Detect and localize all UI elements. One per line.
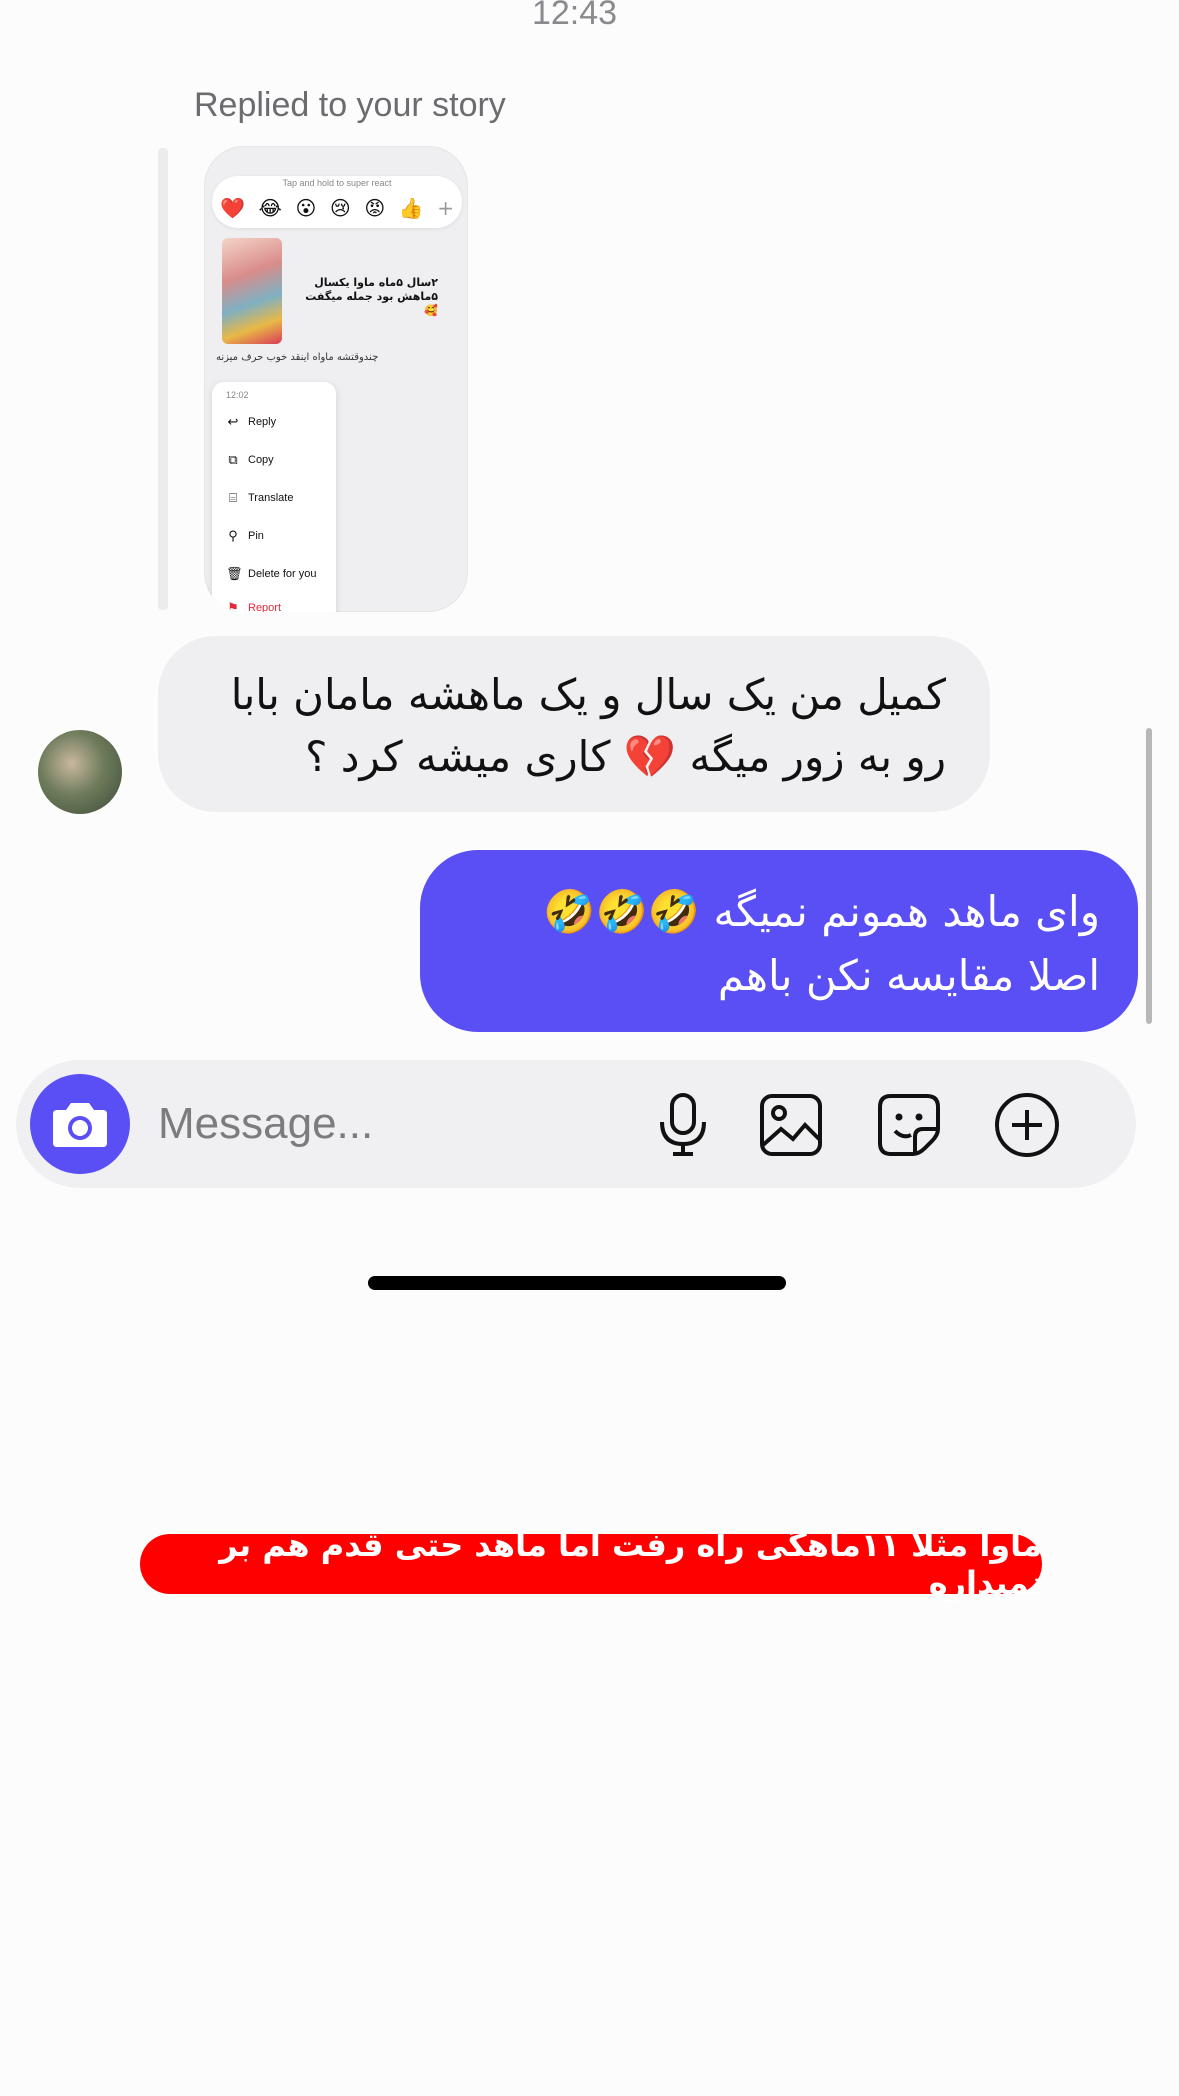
- copy-icon: ⧉: [228, 452, 238, 467]
- gallery-button[interactable]: [756, 1090, 826, 1160]
- sticker-button[interactable]: [874, 1090, 944, 1160]
- sender-avatar[interactable]: [38, 730, 122, 814]
- menu-item-reply: ↩ Reply: [226, 412, 277, 432]
- plus-circle-icon: [995, 1093, 1059, 1157]
- menu-item-translate: ⌸ Translate: [226, 488, 293, 508]
- camera-icon: [53, 1103, 107, 1147]
- story-caption: ۲سال ۵ماه ماوا یکسال ۵ماهش بود جمله میگف…: [288, 276, 438, 318]
- outgoing-message-line-1: وای ماهد همونم نمیگه 🤣🤣🤣: [543, 887, 1100, 936]
- menu-item-delete: 🗑 Delete for you: [226, 564, 316, 584]
- message-input[interactable]: [156, 1090, 640, 1158]
- reaction-sad: 😢: [329, 196, 351, 220]
- reaction-angry: 😡: [364, 196, 386, 220]
- menu-item-label: Copy: [248, 454, 274, 466]
- reply-quote-bar: [158, 148, 168, 610]
- incoming-message-bubble[interactable]: کمیل من یک سال و یک ماهشه مامان بابا رو …: [158, 636, 990, 812]
- more-button[interactable]: [992, 1090, 1062, 1160]
- translate-icon: ⌸: [229, 490, 237, 505]
- replied-to-story-label: Replied to your story: [194, 86, 506, 124]
- reply-icon: ↩: [227, 414, 239, 429]
- camera-button[interactable]: [30, 1074, 130, 1174]
- story-caption-line-2: ۵ماهش بود جمله میگفت 🥰: [305, 290, 438, 317]
- microphone-icon: [660, 1093, 706, 1156]
- reaction-wow: 😮: [295, 196, 317, 220]
- story-preview-card[interactable]: Tap and hold to super react ❤️ 😂 😮 😢 😡 👍…: [204, 146, 468, 612]
- incoming-message-line-1: کمیل من یک سال و یک ماهشه مامان بابا: [230, 670, 946, 719]
- reaction-heart: ❤️: [220, 196, 245, 220]
- outgoing-message-line-2: اصلا مقایسه نکن باهم: [717, 951, 1100, 1000]
- menu-item-pin: ⚲ Pin: [226, 526, 264, 546]
- status-time: 12:43: [531, 0, 618, 32]
- microphone-button[interactable]: [648, 1090, 718, 1160]
- story-caption-line-1: ۲سال ۵ماه ماوا یکسال: [314, 276, 438, 289]
- menu-time: 12:02: [226, 390, 249, 400]
- report-icon: ⚑: [227, 600, 239, 612]
- gallery-icon: [760, 1094, 822, 1156]
- message-composer: [16, 1060, 1136, 1188]
- react-hint: Tap and hold to super react: [282, 178, 392, 188]
- home-indicator: [368, 1276, 786, 1290]
- menu-item-label: Translate: [248, 492, 294, 504]
- scrollbar[interactable]: [1146, 728, 1152, 1024]
- pin-icon: ⚲: [228, 528, 238, 543]
- caption-banner: ماوا مثلا ۱۱ماهگی راه رفت اما ماهد حتی ق…: [140, 1526, 1042, 1602]
- menu-item-label: Report: [248, 602, 282, 612]
- outgoing-message-bubble[interactable]: وای ماهد همونم نمیگه 🤣🤣🤣 اصلا مقایسه نکن…: [420, 850, 1138, 1032]
- reaction-plus-icon: +: [437, 196, 454, 220]
- reaction-laugh: 😂: [258, 196, 282, 220]
- menu-item-label: Delete for you: [248, 568, 317, 580]
- reaction-thumbs-up: 👍: [398, 196, 424, 220]
- sticker-icon: [878, 1094, 940, 1156]
- menu-item-copy: ⧉ Copy: [226, 450, 274, 470]
- menu-item-report: ⚑ Report: [226, 598, 281, 612]
- reaction-row: ❤️ 😂 😮 😢 😡 👍 +: [220, 194, 454, 222]
- story-thumbnail: [222, 238, 282, 344]
- context-menu: 12:02 ↩ Reply ⧉ Copy ⌸ Translate ⚲ Pin 🗑…: [212, 382, 336, 612]
- incoming-message-line-2: رو به زور میگه 💔 کاری میشه کرد ؟: [305, 732, 946, 781]
- menu-item-label: Pin: [248, 530, 264, 542]
- story-message-text: چندوقتشه ماواه اینقد خوب حرف میزنه: [216, 352, 379, 363]
- reaction-bar: Tap and hold to super react ❤️ 😂 😮 😢 😡 👍…: [212, 176, 462, 228]
- menu-item-label: Reply: [248, 416, 277, 428]
- trash-icon: 🗑: [226, 566, 243, 581]
